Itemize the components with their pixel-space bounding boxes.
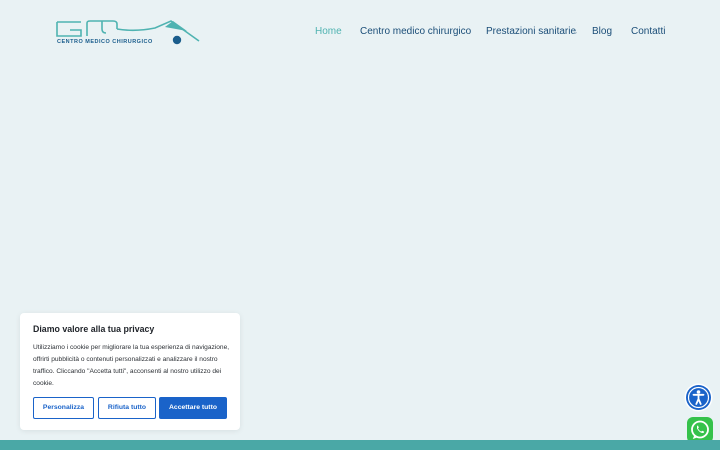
cookie-title: Diamo valore alla tua privacy bbox=[33, 324, 155, 334]
site-header: CENTRO MEDICO CHIRURGICO Home Centro med… bbox=[0, 0, 720, 62]
nav-home[interactable]: Home bbox=[315, 26, 342, 37]
cookie-description: Utilizziamo i cookie per migliorare la t… bbox=[33, 344, 230, 387]
reject-all-button[interactable]: Rifiuta tutto bbox=[98, 397, 156, 419]
footer-band bbox=[0, 440, 720, 450]
accept-all-button[interactable]: Accettare tutto bbox=[159, 397, 227, 419]
nav-contatti[interactable]: Contatti bbox=[631, 26, 665, 37]
site-logo[interactable]: CENTRO MEDICO CHIRURGICO bbox=[55, 19, 201, 49]
cookie-consent-banner: Diamo valore alla tua privacy Utilizziam… bbox=[20, 313, 240, 430]
logo-tagline: CENTRO MEDICO CHIRURGICO bbox=[57, 39, 153, 45]
accessibility-button[interactable] bbox=[684, 383, 713, 412]
customize-button[interactable]: Personalizza bbox=[33, 397, 94, 419]
accessibility-icon bbox=[684, 383, 713, 412]
nav-centro-medico[interactable]: Centro medico chirurgico bbox=[360, 26, 471, 37]
nav-prestazioni[interactable]: Prestazioni sanitarie bbox=[486, 26, 576, 37]
chevron-down-icon[interactable]: ⌄ bbox=[572, 27, 579, 36]
nav-blog[interactable]: Blog bbox=[592, 26, 612, 37]
